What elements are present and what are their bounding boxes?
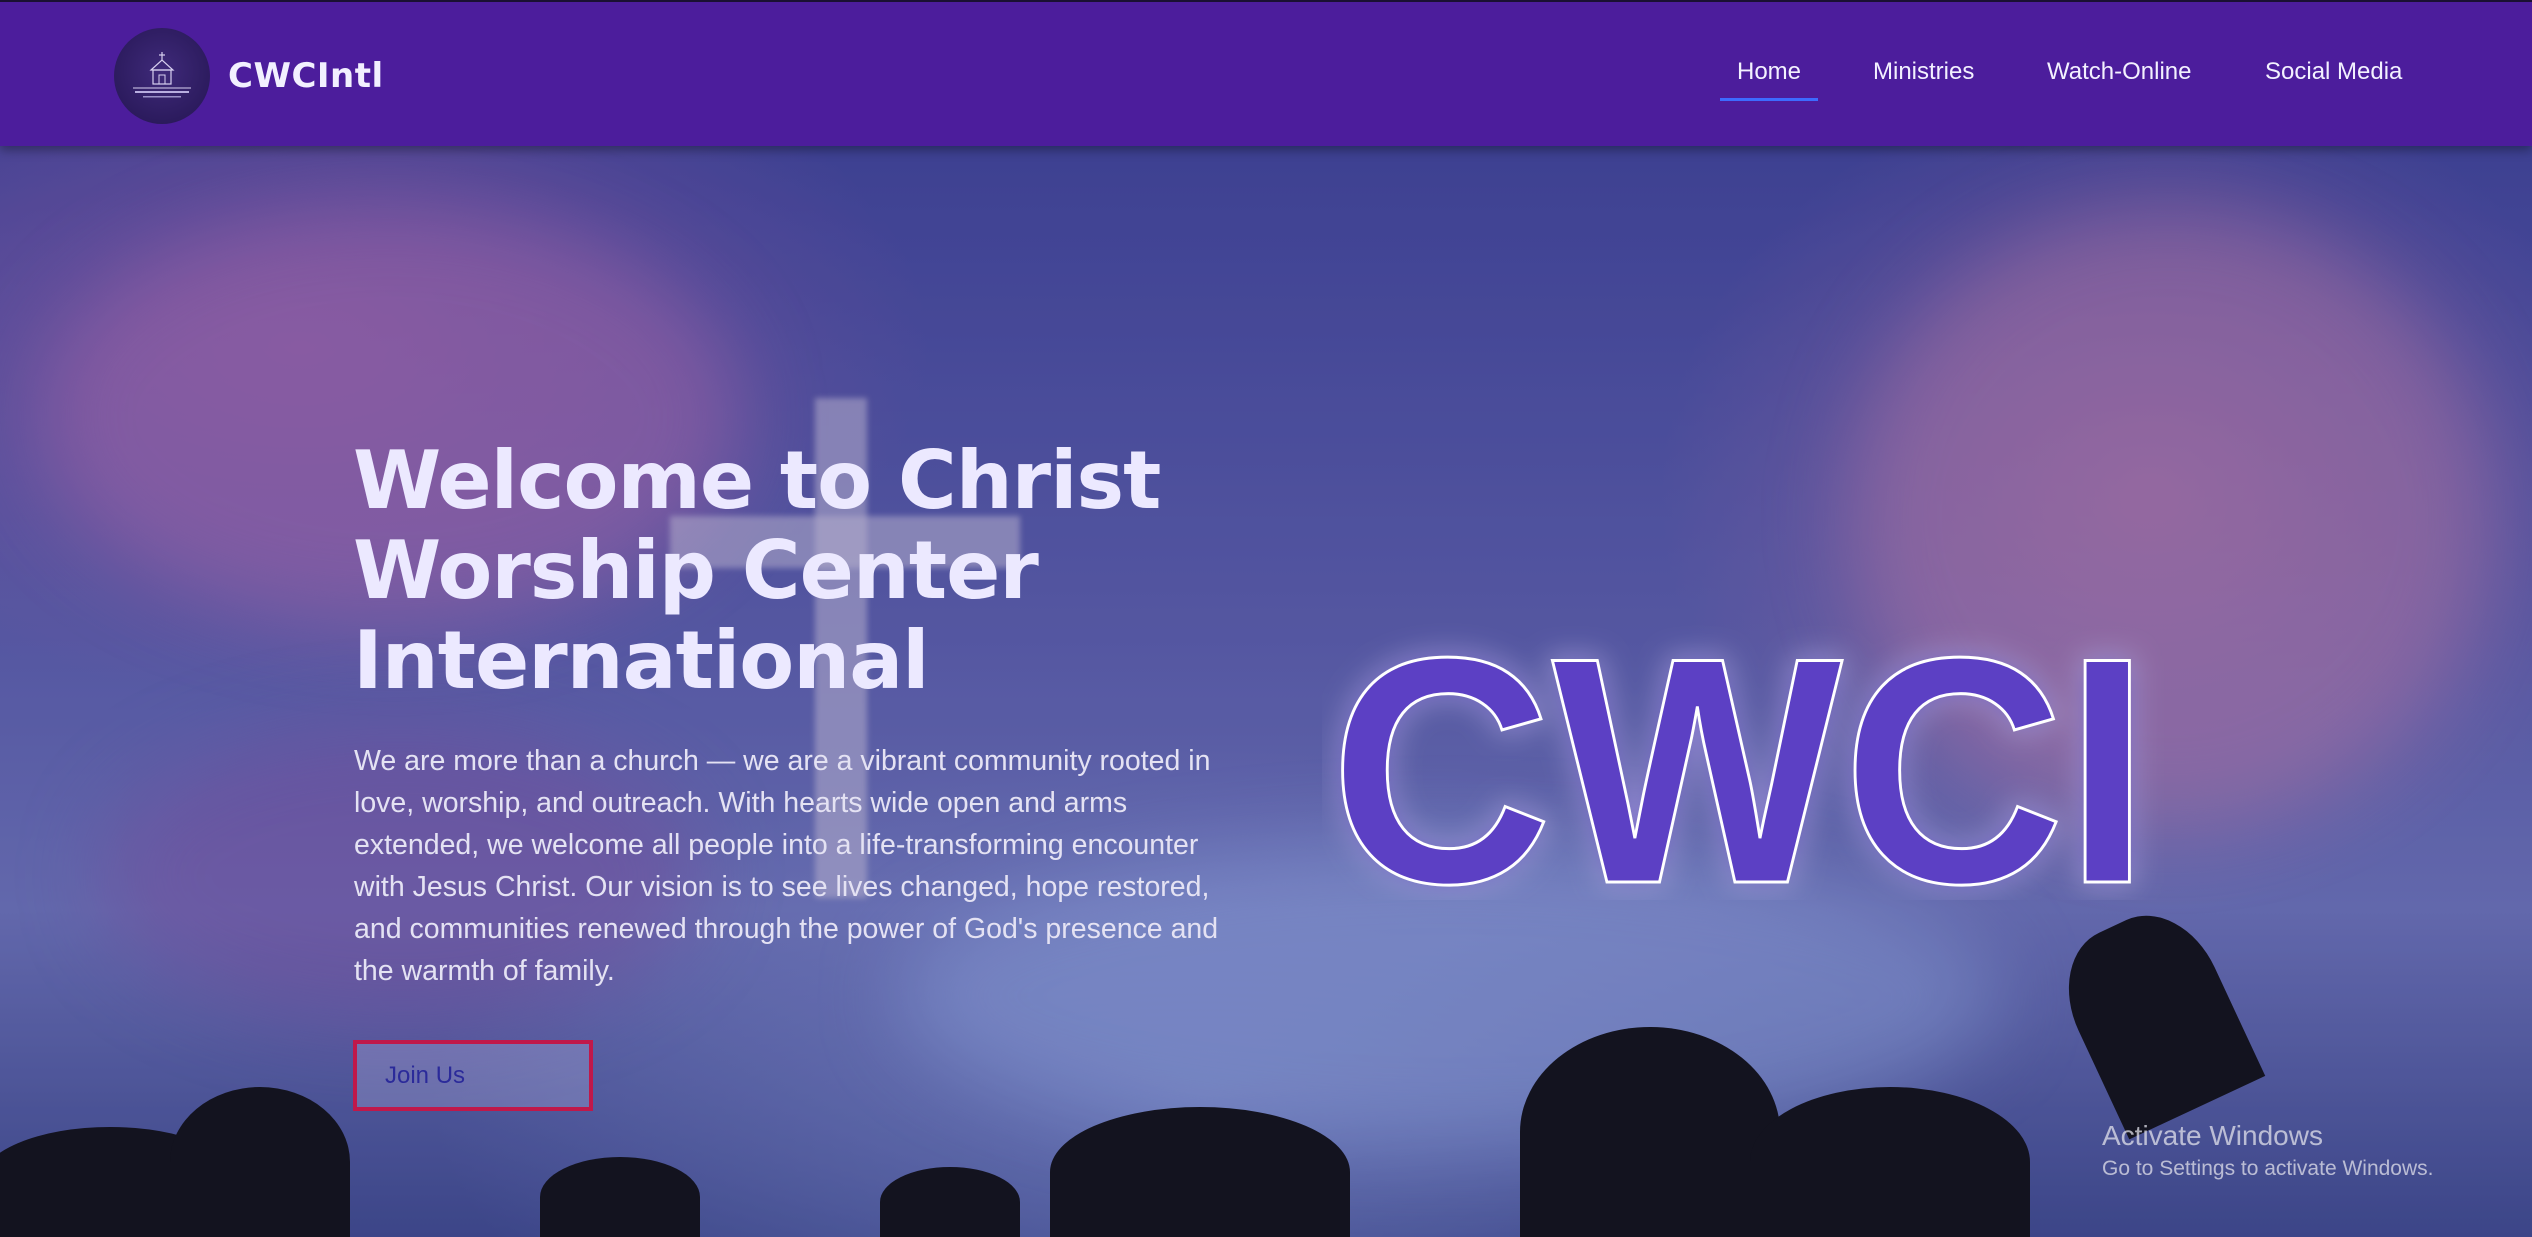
crowd-silhouette	[1520, 1027, 1780, 1237]
crowd-silhouette	[540, 1157, 700, 1237]
nav-home[interactable]: Home	[1719, 58, 1819, 101]
join-us-button[interactable]: Join Us	[353, 1040, 593, 1111]
brand-wordmark: CWCI	[1329, 591, 2152, 953]
watermark-title: Activate Windows	[2102, 1120, 2323, 1151]
nav-social-media[interactable]: Social Media	[2265, 58, 2402, 86]
page: CWCIntl Home Ministries Watch-Online Soc…	[0, 0, 2532, 1237]
brand-name[interactable]: CWCIntl	[228, 56, 384, 96]
crowd-silhouette	[170, 1087, 350, 1237]
church-icon	[133, 52, 191, 98]
church-logo[interactable]	[114, 28, 210, 124]
nav-watch-online[interactable]: Watch-Online	[2047, 58, 2192, 86]
nav-ministries[interactable]: Ministries	[1873, 58, 1974, 86]
crowd-silhouette	[1050, 1107, 1350, 1237]
crowd-silhouette	[1750, 1087, 2030, 1237]
watermark-subtitle: Go to Settings to activate Windows.	[2102, 1157, 2434, 1180]
brand[interactable]: CWCIntl	[114, 28, 384, 124]
big-brand-text: CWCI	[1322, 591, 2222, 953]
windows-activation-watermark: Activate Windows Go to Settings to activ…	[2102, 1118, 2434, 1184]
navbar: CWCIntl Home Ministries Watch-Online Soc…	[0, 0, 2532, 146]
hero-title: Welcome to Christ Worship Center Interna…	[353, 434, 1161, 707]
hero-description: We are more than a church — we are a vib…	[354, 745, 1219, 987]
crowd-silhouette	[880, 1167, 1020, 1237]
brand-wordmark-text: CWCI	[1330, 620, 2150, 900]
